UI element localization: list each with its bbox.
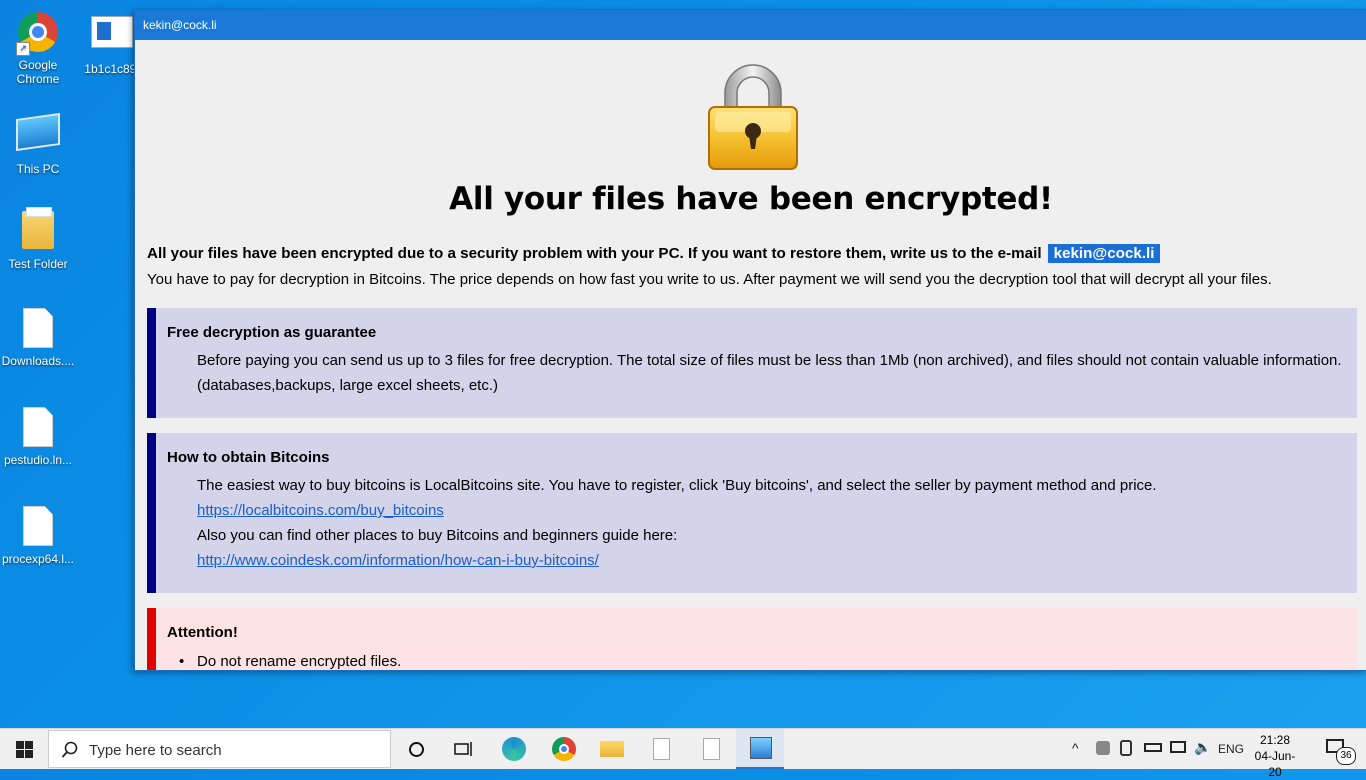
desktop-icon-pestudio[interactable]: pestudio.ln... [0, 405, 76, 467]
desktop-icon-label: pestudio.ln... [3, 453, 73, 467]
notification-center-button[interactable]: 36 [1316, 729, 1364, 769]
attention-list: Do not rename encrypted files. [197, 649, 401, 670]
search-icon [61, 741, 78, 758]
folder-icon [600, 741, 624, 757]
chrome-icon-center [559, 744, 569, 754]
desktop-icon-label: Chrome [16, 72, 60, 86]
taskbar-app-ransomware[interactable] [736, 729, 784, 769]
localbitcoins-link[interactable]: https://localbitcoins.com/buy_bitcoins [197, 502, 444, 519]
show-hidden-icons-chevron-icon[interactable]: ^ [1072, 740, 1079, 756]
chrome-icon: ↗ [16, 12, 60, 56]
network-icon[interactable] [1170, 741, 1186, 753]
desktop-icon-label: This PC [16, 162, 60, 176]
intro-text: All your files have been encrypted due t… [147, 244, 1161, 263]
volume-icon[interactable]: 🔈 [1194, 739, 1211, 756]
task-view-icon [454, 742, 472, 756]
coindesk-link[interactable]: http://www.coindesk.com/information/how-… [197, 552, 599, 569]
desktop-icon-downloads[interactable]: Downloads.... [0, 306, 76, 368]
section-obtain-bitcoins: How to obtain Bitcoins The easiest way t… [147, 433, 1357, 593]
network-computers-icon [750, 737, 772, 759]
desktop-icon-label: procexp64.l... [1, 552, 75, 566]
taskbar-app-chrome[interactable] [540, 729, 588, 769]
section-text: (databases,backups, large excel sheets, … [197, 377, 498, 394]
battery-icon[interactable] [1144, 743, 1162, 752]
usb-icon[interactable] [1120, 740, 1132, 756]
contact-email[interactable]: kekin@cock.li [1047, 244, 1161, 263]
application-icon [90, 16, 134, 60]
window-titlebar[interactable]: kekin@cock.li [135, 10, 1366, 40]
clock-date: 04-Jun-20 [1254, 749, 1296, 779]
desktop-icon-this-pc[interactable]: This PC [0, 108, 76, 176]
file-icon [16, 407, 60, 451]
link-wrapper: https://localbitcoins.com/buy_bitcoins [197, 498, 444, 523]
taskbar-search-box[interactable]: Type here to search [48, 730, 391, 768]
window-content: All your files have been encrypted! All … [135, 41, 1366, 670]
file-icon [703, 738, 720, 760]
section-title: How to obtain Bitcoins [167, 449, 330, 466]
task-view-button[interactable] [440, 729, 488, 769]
link-wrapper: http://www.coindesk.com/information/how-… [197, 548, 599, 573]
desktop-icon-label: Downloads.... [1, 354, 75, 368]
ransom-note-window: kekin@cock.li All your files have been e… [134, 9, 1366, 671]
window-title: kekin@cock.li [143, 18, 217, 32]
language-indicator[interactable]: ENG [1218, 742, 1244, 756]
taskbar-app-document-1[interactable] [636, 729, 684, 769]
padlock-icon [708, 64, 798, 170]
taskbar-app-file-explorer[interactable] [588, 729, 636, 769]
clock[interactable]: 21:28 04-Jun-20 [1250, 732, 1300, 780]
edge-icon [502, 737, 526, 761]
folder-icon [16, 207, 60, 255]
start-button[interactable] [0, 729, 48, 769]
desktop-icon-procexp64[interactable]: procexp64.l... [0, 504, 76, 566]
computer-icon [16, 112, 60, 160]
page-title: All your files have been encrypted! [449, 181, 1053, 217]
desktop-icon-google-chrome[interactable]: ↗ Google Chrome [0, 10, 76, 86]
section-text: The easiest way to buy bitcoins is Local… [197, 477, 1157, 494]
desktop-icon-test-folder[interactable]: Test Folder [0, 207, 76, 271]
payment-info-text: You have to pay for decryption in Bitcoi… [147, 271, 1272, 288]
section-title: Free decryption as guarantee [167, 324, 377, 341]
section-free-decryption: Free decryption as guarantee Before payi… [147, 308, 1357, 418]
section-attention: Attention! Do not rename encrypted files… [147, 608, 1357, 670]
section-text: Before paying you can send us up to 3 fi… [197, 352, 1342, 369]
cortana-button[interactable] [392, 729, 440, 769]
file-icon [16, 308, 60, 352]
taskbar-app-edge[interactable] [490, 729, 538, 769]
search-placeholder: Type here to search [89, 742, 222, 759]
clock-time: 21:28 [1259, 733, 1291, 747]
intro-message: All your files have been encrypted due t… [147, 245, 1042, 262]
file-icon [16, 506, 60, 550]
list-item: Do not rename encrypted files. [197, 649, 401, 670]
taskbar-app-document-2[interactable] [686, 729, 734, 769]
section-text: Also you can find other places to buy Bi… [197, 527, 678, 544]
taskbar: Type here to search ^ 🔈 ENG 21:28 04-Jun… [0, 728, 1366, 779]
file-icon [653, 738, 670, 760]
tray-app-icon[interactable] [1096, 741, 1110, 755]
cortana-icon [409, 742, 424, 757]
desktop-icon-label: Test Folder [8, 257, 68, 271]
system-tray: ^ 🔈 ENG [1068, 729, 1244, 769]
section-title: Attention! [167, 624, 238, 641]
notification-count-badge: 36 [1336, 747, 1356, 765]
desktop-icon-label: Google [18, 58, 58, 72]
